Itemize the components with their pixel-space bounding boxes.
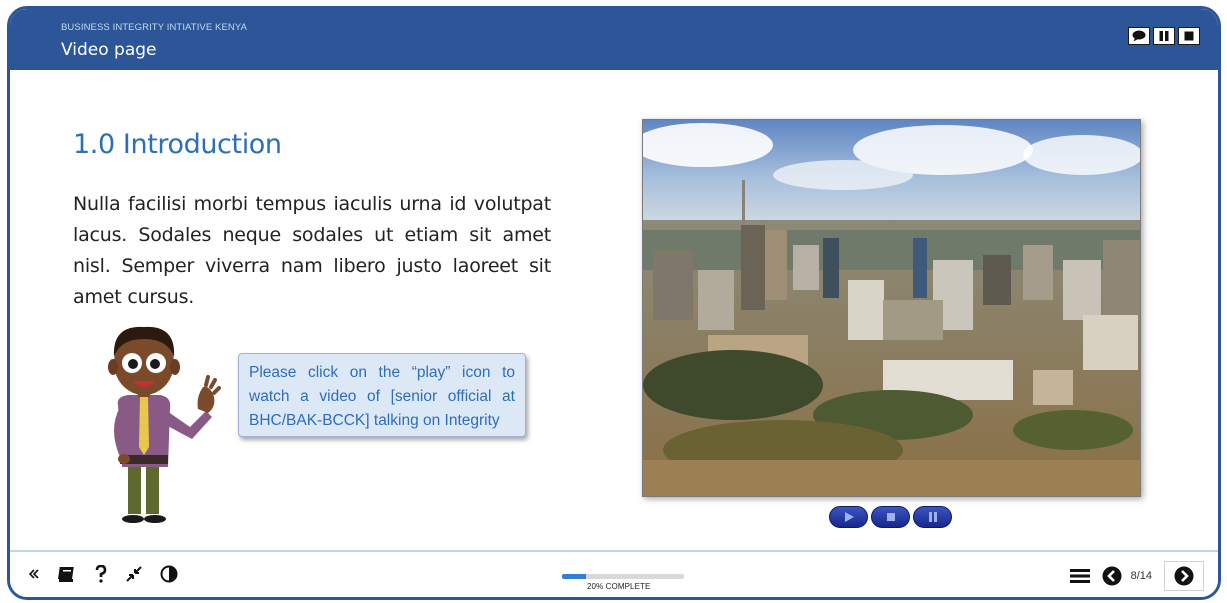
pause-icon[interactable] — [913, 506, 952, 528]
minimize-icon[interactable] — [125, 562, 143, 586]
header-bar: BUSINESS INTEGRITY INTIATIVE KENYA Video… — [10, 9, 1218, 70]
video-instruction-callout: Please click on the “play” icon to watch… — [238, 353, 526, 437]
course-progress: 20% COMPLETE — [562, 574, 684, 591]
progress-fill — [562, 574, 587, 579]
speech-bubble-icon[interactable] — [1128, 27, 1150, 45]
footer-navigation: 8/14 — [1069, 561, 1204, 591]
footer-tools — [28, 562, 178, 586]
intro-paragraph: Nulla facilisi morbi tempus iaculis urna… — [73, 193, 551, 308]
pause-icon[interactable] — [1153, 27, 1175, 45]
organization-name: BUSINESS INTEGRITY INTIATIVE KENYA — [61, 22, 248, 33]
next-button[interactable] — [1164, 561, 1204, 591]
course-frame: BUSINESS INTEGRITY INTIATIVE KENYA Video… — [7, 6, 1221, 600]
next-icon — [1174, 566, 1194, 586]
stop-icon[interactable] — [1178, 27, 1200, 45]
menu-icon[interactable] — [1069, 564, 1090, 588]
progress-label: 20% COMPLETE — [587, 582, 651, 591]
page-indicator: 8/14 — [1130, 570, 1152, 582]
guide-character-illustration — [98, 317, 233, 527]
stop-icon[interactable] — [871, 506, 910, 528]
video-controls — [829, 506, 952, 528]
help-icon[interactable] — [94, 562, 108, 586]
glossary-book-icon[interactable] — [57, 562, 77, 586]
video-player[interactable] — [642, 119, 1141, 497]
header-controls — [1128, 27, 1200, 45]
collapse-icon[interactable] — [28, 562, 40, 586]
progress-track — [562, 574, 684, 579]
play-icon[interactable] — [829, 506, 868, 528]
contrast-icon[interactable] — [160, 562, 178, 586]
page-title: Video page — [61, 40, 157, 60]
section-heading: 1.0 Introduction — [73, 129, 282, 160]
previous-icon[interactable] — [1102, 564, 1122, 588]
footer-bar: 20% COMPLETE 8/14 — [10, 552, 1218, 597]
